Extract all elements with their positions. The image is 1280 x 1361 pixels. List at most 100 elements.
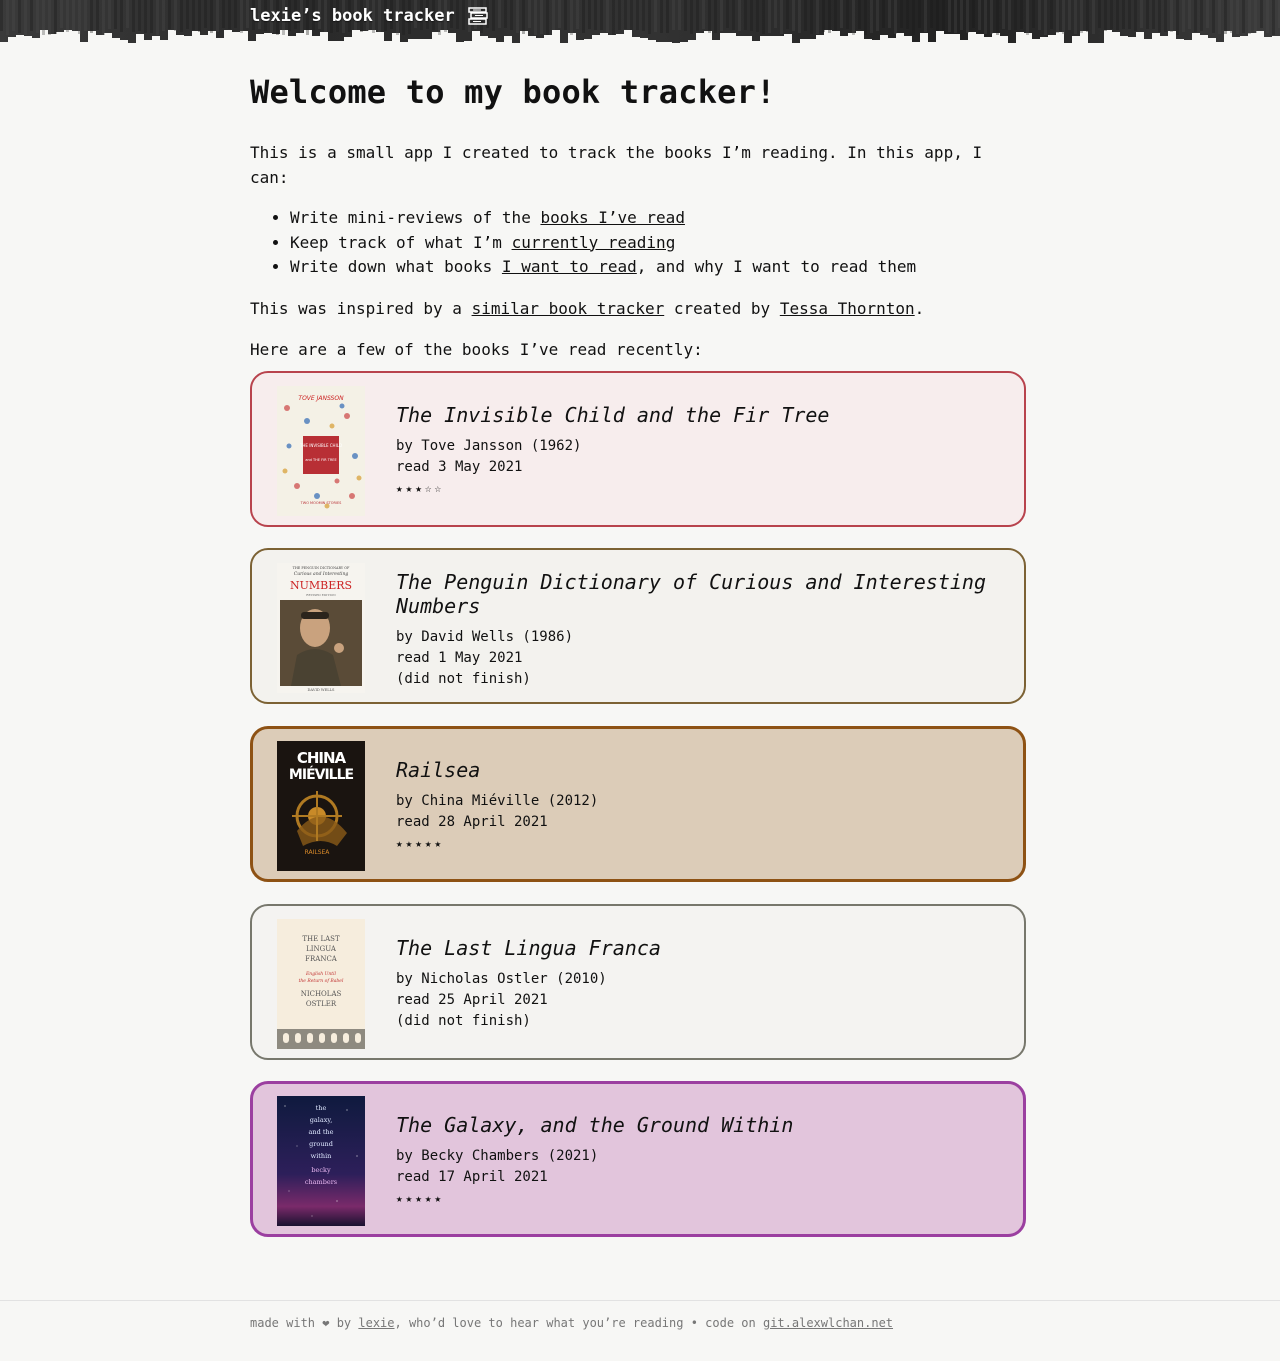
header-texture-stripe <box>90 0 93 33</box>
header-texture-stripe <box>1098 0 1101 28</box>
header-texture-stripe <box>906 0 909 29</box>
header-texture-stripe <box>516 0 519 33</box>
book-title[interactable]: The Invisible Child and the Fir Tree <box>396 403 996 427</box>
svg-text:the Return of Babel: the Return of Babel <box>299 978 344 984</box>
header-texture-stripe <box>120 0 123 32</box>
header-texture-stripe <box>1128 0 1131 29</box>
header-texture-stripe <box>1044 0 1047 35</box>
book-title[interactable]: The Last Lingua Franca <box>396 936 996 960</box>
header-texture-stripe <box>1056 0 1059 33</box>
book-rating: ★★★★★ <box>396 1192 445 1205</box>
header-texture-stripe <box>204 0 207 28</box>
header-texture-stripe <box>960 0 963 30</box>
book-card[interactable]: THE PENGUIN DICTIONARY OF Curious and In… <box>250 548 1026 704</box>
book-card[interactable]: THE LAST LINGUA FRANCA English Until the… <box>250 904 1026 1060</box>
header-texture-stripe <box>0 0 3 31</box>
header-texture-stripe <box>1032 0 1035 28</box>
header-texture-stripe <box>492 0 495 31</box>
header-texture-stripe <box>642 0 645 31</box>
header-texture-stripe <box>1110 0 1113 29</box>
similar-tracker-link[interactable]: similar book tracker <box>472 299 665 318</box>
header-texture-stripe <box>1182 0 1185 32</box>
book-title[interactable]: The Penguin Dictionary of Curious and In… <box>396 570 996 618</box>
header-texture-stripe <box>570 0 573 35</box>
header-texture-stripe <box>36 0 39 33</box>
header-texture-stripe <box>48 0 51 35</box>
book-card[interactable]: TOVE JANSSON THE INVISIBLE CHILD and THE… <box>250 371 1026 527</box>
book-rating: ★★★☆☆ <box>396 482 445 495</box>
header-texture-stripe <box>654 0 657 32</box>
svg-text:NUMBERS: NUMBERS <box>290 579 352 592</box>
book-cover-last-lingua-franca: THE LAST LINGUA FRANCA English Until the… <box>277 919 365 1049</box>
lexie-link[interactable]: lexie <box>358 1316 394 1330</box>
header-texture-stripe <box>936 0 939 31</box>
header-texture-stripe <box>930 0 933 28</box>
book-card[interactable]: CHINA MIÉVILLE RAILSEA Railsea by China … <box>250 726 1026 882</box>
book-read-date: read 25 April 2021 <box>396 992 548 1008</box>
header-texture-stripe <box>198 0 201 32</box>
header-texture-stripe <box>1212 0 1215 33</box>
header-texture-stripe <box>1104 0 1107 31</box>
header-texture-stripe <box>1008 0 1011 30</box>
svg-text:DAVID WELLS: DAVID WELLS <box>308 688 335 692</box>
svg-text:becky: becky <box>311 1166 331 1174</box>
header-texture-stripe <box>816 0 819 34</box>
header-texture-stripe <box>1122 0 1125 29</box>
header-texture-stripe <box>534 0 537 35</box>
header-texture-stripe <box>690 0 693 34</box>
tessa-thornton-link[interactable]: Tessa Thornton <box>780 299 915 318</box>
header-texture-stripe <box>138 0 141 31</box>
books-read-link[interactable]: books I’ve read <box>540 208 685 227</box>
header-texture-stripe <box>150 0 153 33</box>
header-texture-stripe <box>948 0 951 32</box>
header-texture-stripe <box>876 0 879 31</box>
header-texture-stripe <box>762 0 765 34</box>
currently-reading-link[interactable]: currently reading <box>512 233 676 252</box>
want-to-read-link[interactable]: I want to read <box>502 257 637 276</box>
svg-text:TOVE JANSSON: TOVE JANSSON <box>298 395 344 402</box>
header-texture-stripe <box>618 0 621 30</box>
site-title[interactable]: lexie’s book tracker <box>250 5 489 27</box>
header-texture-stripe <box>678 0 681 30</box>
header-texture-stripe <box>558 0 561 28</box>
code-repo-link[interactable]: git.alexwlchan.net <box>763 1316 893 1330</box>
header-texture-stripe <box>732 0 735 30</box>
header-texture-stripe <box>78 0 81 34</box>
header-texture-stripe <box>144 0 147 33</box>
intro-paragraph: This is a small app I created to track t… <box>250 143 983 187</box>
header-texture-stripe <box>1020 0 1023 29</box>
header-texture-stripe <box>804 0 807 31</box>
header-texture-stripe <box>18 0 21 33</box>
svg-text:TWO MOOMIN STORIES: TWO MOOMIN STORIES <box>300 501 343 505</box>
header-texture-stripe <box>612 0 615 35</box>
header-texture-stripe <box>636 0 639 30</box>
book-read-date: read 3 May 2021 <box>396 459 523 475</box>
header-texture-stripe <box>774 0 777 28</box>
header-texture-stripe <box>1038 0 1041 30</box>
header-texture-stripe <box>1224 0 1227 34</box>
header-texture-stripe <box>714 0 717 33</box>
header-texture-stripe <box>1086 0 1089 32</box>
svg-text:RAILSEA: RAILSEA <box>305 849 331 856</box>
header-texture-stripe <box>990 0 993 34</box>
header-texture-stripe <box>840 0 843 28</box>
header-texture-stripe <box>942 0 945 31</box>
svg-text:THE INVISIBLE CHILD: THE INVISIBLE CHILD <box>299 443 342 448</box>
svg-text:chambers: chambers <box>305 1178 337 1186</box>
book-title[interactable]: The Galaxy, and the Ground Within <box>396 1113 996 1137</box>
site-title-text[interactable]: lexie’s book tracker <box>250 6 455 26</box>
book-title[interactable]: Railsea <box>396 758 996 782</box>
header-texture-stripe <box>918 0 921 28</box>
list-item: Write down what books I want to read, an… <box>290 255 1030 280</box>
header-texture-stripe <box>1194 0 1197 32</box>
header-texture-stripe <box>210 0 213 33</box>
header-texture-stripe <box>594 0 597 30</box>
svg-text:REVISED EDITION: REVISED EDITION <box>306 593 336 597</box>
header-texture-stripe <box>1002 0 1005 29</box>
book-author: by Nicholas Ostler (2010) <box>396 971 607 987</box>
header-texture-stripe <box>1230 0 1233 33</box>
books-icon <box>467 7 488 25</box>
header-texture-stripe <box>726 0 729 28</box>
header-texture-stripe <box>1164 0 1167 32</box>
book-card[interactable]: the galaxy, and the ground within becky … <box>250 1081 1026 1237</box>
